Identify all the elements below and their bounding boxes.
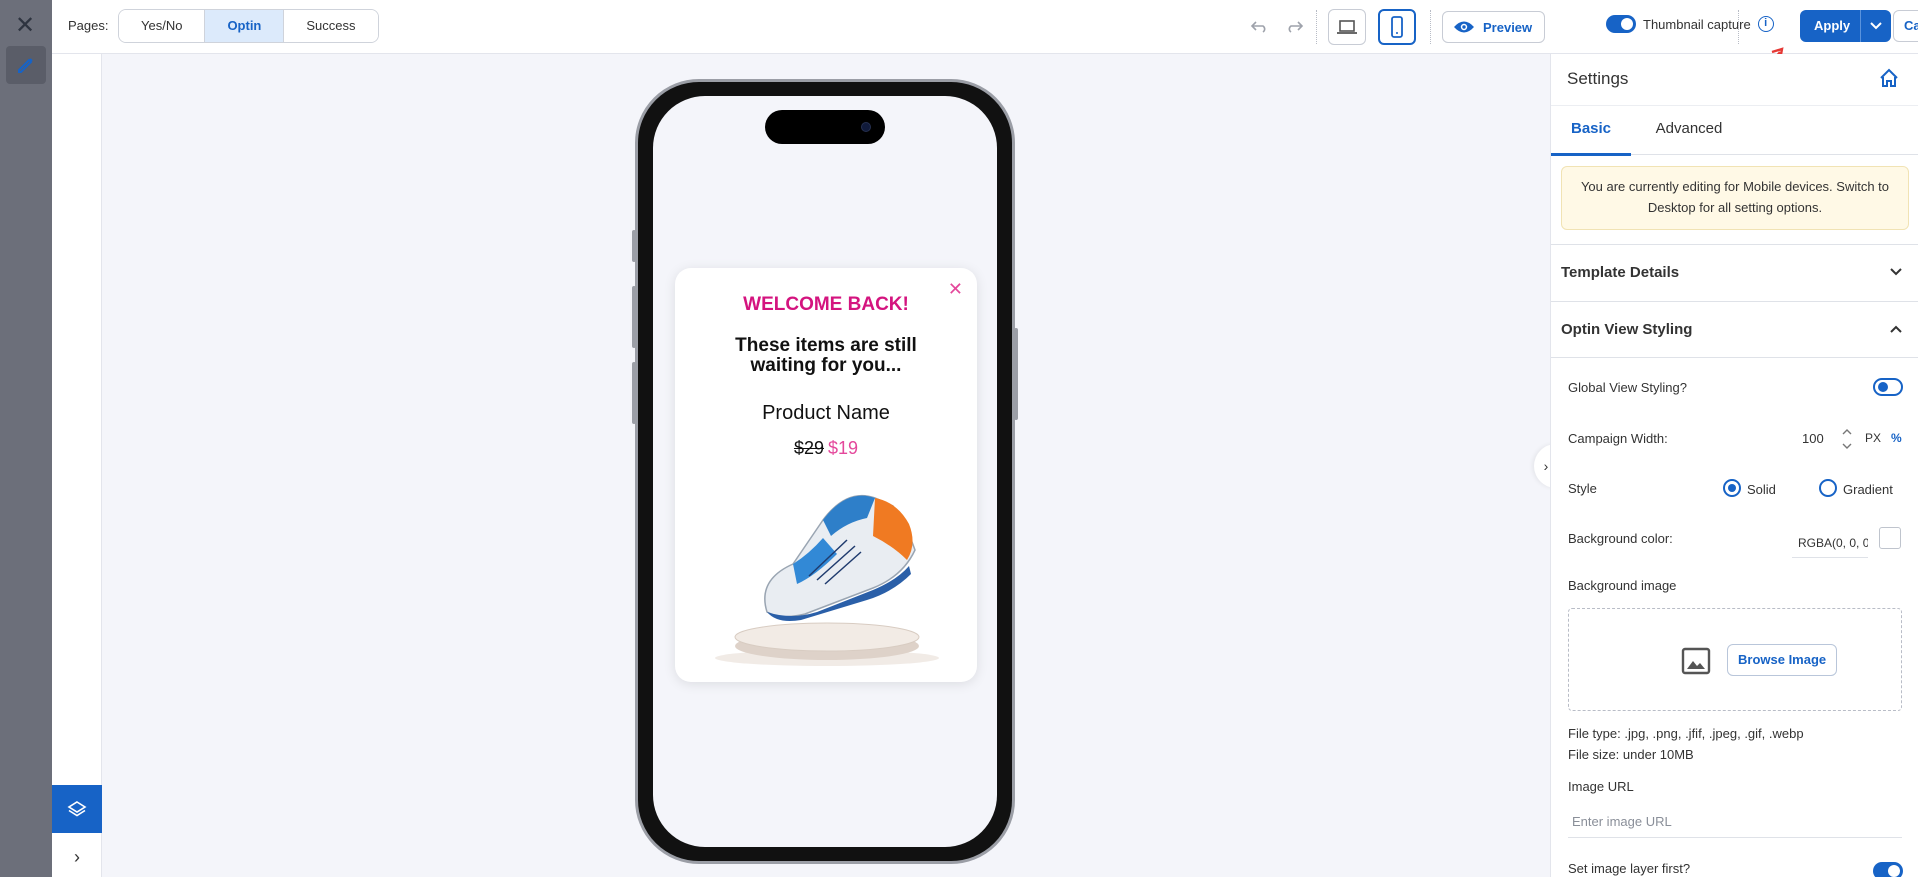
template-details-label: Template Details — [1561, 264, 1680, 281]
redo-icon[interactable] — [1282, 14, 1306, 38]
image-url-input[interactable]: Enter image URL — [1568, 806, 1902, 838]
phone-button — [632, 230, 636, 262]
image-url-label: Image URL — [1568, 779, 1634, 794]
image-layer-toggle[interactable] — [1873, 862, 1903, 877]
layers-icon[interactable] — [52, 785, 102, 833]
style-solid-label: Solid — [1747, 482, 1776, 497]
cancel-button[interactable]: Cancel — [1893, 10, 1918, 42]
preview-label: Preview — [1483, 19, 1533, 35]
optin-view-styling-label: Optin View Styling — [1561, 321, 1693, 338]
bg-color-label: Background color: — [1568, 531, 1673, 546]
product-image[interactable] — [697, 480, 955, 672]
phone-frame: ✕ WELCOME BACK! These items are still wa… — [632, 79, 1018, 864]
editor-canvas: ✕ WELCOME BACK! These items are still wa… — [102, 54, 1550, 877]
left-rail: ✕ — [0, 0, 52, 877]
tab-basic[interactable]: Basic — [1551, 106, 1631, 156]
page-tab-success[interactable]: Success — [284, 10, 378, 42]
panel-title: Settings — [1567, 69, 1629, 88]
pencil-icon[interactable] — [6, 46, 46, 84]
image-layer-label: Set image layer first? — [1568, 861, 1691, 876]
apply-button-group: Apply — [1800, 10, 1892, 42]
divider — [1316, 10, 1317, 44]
camera-icon — [861, 122, 871, 132]
bg-color-input[interactable]: RGBA(0, 0, 0 — [1792, 528, 1868, 558]
tab-advanced[interactable]: Advanced — [1639, 106, 1739, 156]
chevron-down-icon[interactable] — [1861, 10, 1891, 42]
chevron-down-icon — [1890, 268, 1902, 276]
bg-color-swatch[interactable] — [1879, 527, 1901, 549]
side-toolbar: › — [52, 54, 102, 877]
panel-tabs: Basic Advanced — [1551, 105, 1918, 156]
browse-image-button[interactable]: Browse Image — [1727, 644, 1838, 676]
style-solid-radio[interactable] — [1723, 479, 1741, 497]
phone-screen: ✕ WELCOME BACK! These items are still wa… — [653, 96, 997, 847]
undo-redo-group — [1248, 14, 1306, 38]
style-gradient-label: Gradient — [1843, 482, 1893, 497]
divider — [1430, 10, 1431, 44]
price-row[interactable]: $29 $19 — [675, 438, 977, 459]
popup-title[interactable]: These items are still waiting for you... — [705, 336, 947, 376]
page-tab-optin[interactable]: Optin — [205, 10, 285, 42]
file-size-hint: File size: under 10MB — [1568, 747, 1694, 762]
unit-px[interactable]: PX — [1865, 431, 1881, 445]
pages-label: Pages: — [68, 18, 109, 33]
divider — [1738, 10, 1739, 44]
campaign-width-label: Campaign Width: — [1568, 431, 1668, 446]
optin-popup[interactable]: ✕ WELCOME BACK! These items are still wa… — [675, 268, 977, 682]
new-price: $19 — [828, 438, 859, 458]
phone-button — [632, 286, 636, 348]
apply-button[interactable]: Apply — [1800, 10, 1862, 42]
global-view-toggle[interactable] — [1873, 378, 1903, 396]
global-view-label: Global View Styling? — [1568, 380, 1687, 395]
close-icon[interactable]: ✕ — [12, 14, 38, 40]
info-icon[interactable]: i — [1757, 16, 1774, 32]
thumbnail-toggle[interactable] — [1606, 15, 1636, 33]
mobile-notice: You are currently editing for Mobile dev… — [1561, 166, 1909, 230]
dynamic-island — [765, 110, 885, 144]
eye-icon — [1454, 21, 1474, 33]
mobile-icon[interactable] — [1378, 9, 1416, 45]
template-details-section[interactable]: Template Details — [1551, 244, 1918, 301]
top-bar: Pages: Yes/No Optin Success Preview Thum… — [52, 0, 1918, 54]
style-label: Style — [1568, 481, 1597, 496]
undo-icon[interactable] — [1248, 14, 1272, 38]
unit-percent[interactable]: % — [1891, 431, 1902, 445]
file-types-hint: File type: .jpg, .png, .jfif, .jpeg, .gi… — [1568, 726, 1804, 741]
laptop-icon[interactable] — [1328, 9, 1366, 45]
old-price: $29 — [793, 438, 824, 458]
home-icon[interactable] — [1878, 67, 1900, 89]
stepper-icon[interactable] — [1841, 426, 1853, 452]
optin-view-styling-section[interactable]: Optin View Styling — [1551, 301, 1918, 358]
thumbnail-capture: Thumbnail capture i — [1606, 15, 1774, 33]
chevron-right-icon[interactable]: › — [52, 837, 102, 877]
phone-button — [1014, 328, 1018, 420]
popup-welcome[interactable]: WELCOME BACK! — [675, 294, 977, 316]
settings-panel: Settings Basic Advanced You are currentl… — [1550, 54, 1918, 877]
image-icon — [1681, 647, 1711, 675]
bg-image-label: Background image — [1568, 578, 1677, 593]
page-tab-yes-no[interactable]: Yes/No — [119, 10, 206, 42]
pages-switcher: Yes/No Optin Success — [118, 9, 379, 43]
chevron-up-icon — [1890, 325, 1902, 333]
preview-button[interactable]: Preview — [1442, 11, 1546, 43]
image-dropzone[interactable]: Browse Image — [1568, 608, 1902, 711]
style-gradient-radio[interactable] — [1819, 479, 1837, 497]
product-name[interactable]: Product Name — [675, 402, 977, 425]
thumbnail-label: Thumbnail capture — [1643, 16, 1751, 32]
phone-button — [632, 362, 636, 424]
